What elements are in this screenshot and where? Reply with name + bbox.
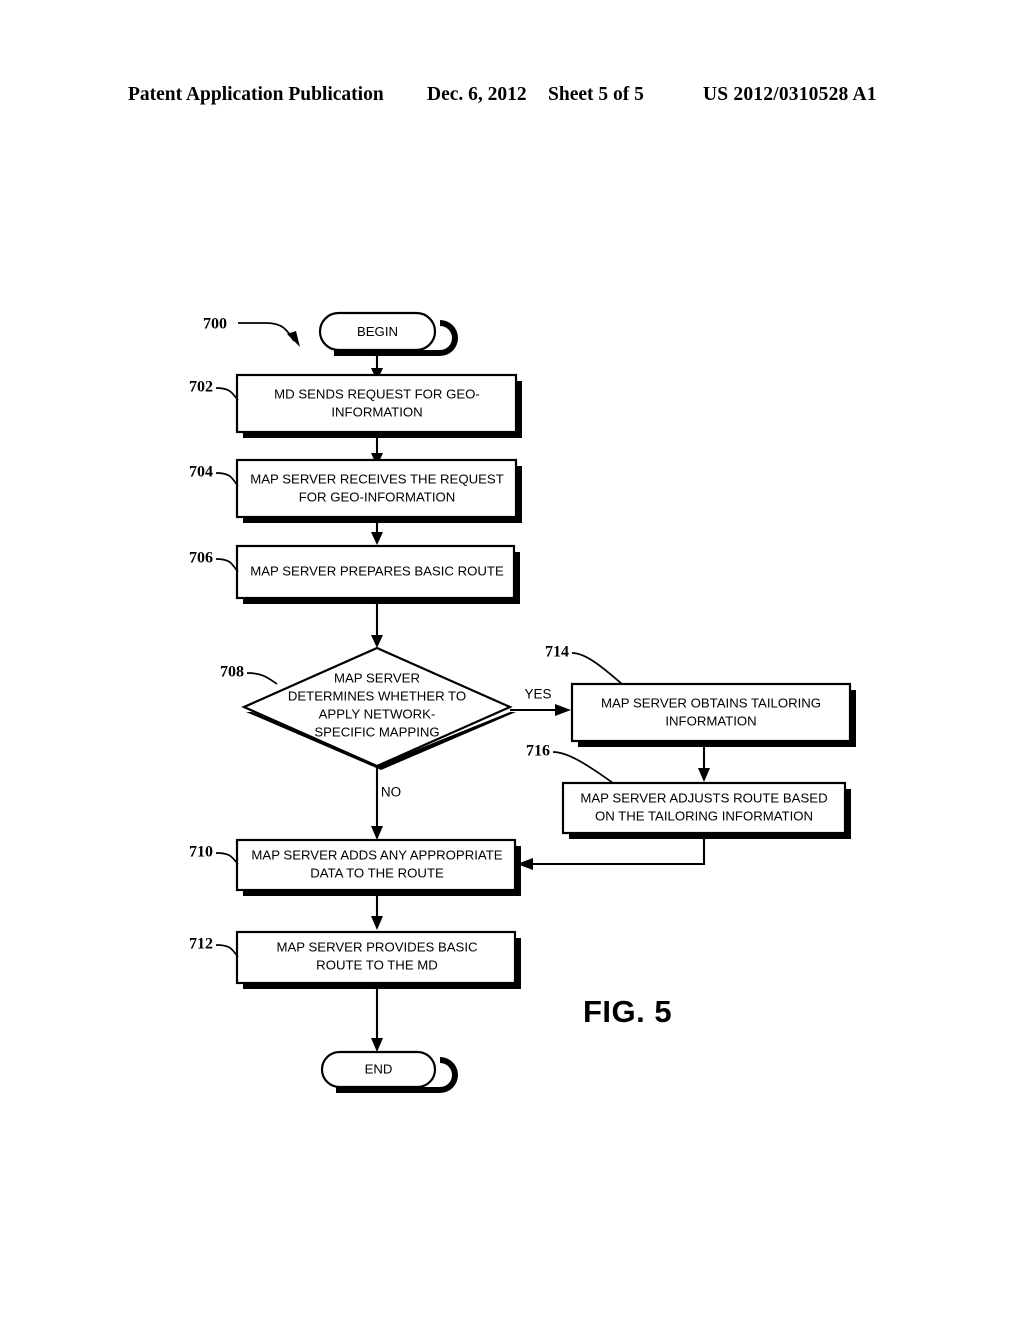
ref-712: 712 xyxy=(189,936,213,953)
box-702-line1: MD SENDS REQUEST FOR GEO- xyxy=(274,386,480,401)
branch-label-no: NO xyxy=(381,785,401,800)
arrowhead-712-to-end xyxy=(371,1038,383,1052)
leader-706 xyxy=(215,558,239,573)
box-714-line1: MAP SERVER OBTAINS TAILORING xyxy=(601,695,821,710)
box-716-line2: ON THE TAILORING INFORMATION xyxy=(595,808,813,823)
connector-716-to-710 xyxy=(531,835,706,866)
end-label: END xyxy=(365,1061,393,1076)
node-710: MAP SERVER ADDS ANY APPROPRIATE DATA TO … xyxy=(189,838,521,896)
ref-716: 716 xyxy=(526,743,550,760)
ref-700: 700 xyxy=(203,316,227,333)
begin-label: BEGIN xyxy=(357,324,398,339)
diamond-708-line4: SPECIFIC MAPPING xyxy=(314,724,439,739)
arrowhead-704-to-706 xyxy=(371,532,383,545)
ref-708: 708 xyxy=(220,664,244,681)
box-702-line2: INFORMATION xyxy=(331,404,422,419)
flowchart-figure: BEGIN MD SENDS REQUEST FOR GEO- INFORMAT… xyxy=(0,0,1024,1320)
leader-714 xyxy=(571,652,623,685)
leader-702 xyxy=(215,387,239,401)
box-704-line1: MAP SERVER RECEIVES THE REQUEST xyxy=(250,471,504,486)
box-712-line2: ROUTE TO THE MD xyxy=(316,957,438,972)
box-716-line1: MAP SERVER ADJUSTS ROUTE BASED xyxy=(580,790,827,805)
box-714-line2: INFORMATION xyxy=(665,713,756,728)
ref-710: 710 xyxy=(189,844,213,861)
ref-714: 714 xyxy=(545,644,569,661)
node-begin: BEGIN xyxy=(318,311,458,356)
ref-706: 706 xyxy=(189,550,213,567)
diagram-ref-700: 700 xyxy=(203,316,300,347)
node-end: END xyxy=(320,1050,458,1093)
box-712-line1: MAP SERVER PROVIDES BASIC xyxy=(276,939,478,954)
node-712: MAP SERVER PROVIDES BASIC ROUTE TO THE M… xyxy=(189,930,521,989)
box-704-line2: FOR GEO-INFORMATION xyxy=(299,489,456,504)
arrowhead-710-to-712 xyxy=(371,916,383,930)
node-702: MD SENDS REQUEST FOR GEO- INFORMATION 70… xyxy=(189,373,522,438)
diamond-708-line1: MAP SERVER xyxy=(334,670,420,685)
node-704: MAP SERVER RECEIVES THE REQUEST FOR GEO-… xyxy=(189,458,522,523)
ref-704: 704 xyxy=(189,464,213,481)
ref-702: 702 xyxy=(189,379,213,396)
patent-page: Patent Application Publication Dec. 6, 2… xyxy=(0,0,1024,1320)
arrowhead-714-to-716 xyxy=(698,768,710,782)
flowchart-svg: BEGIN MD SENDS REQUEST FOR GEO- INFORMAT… xyxy=(189,311,856,1093)
node-716: MAP SERVER ADJUSTS ROUTE BASED ON THE TA… xyxy=(526,743,851,839)
arrowhead-700 xyxy=(287,331,300,347)
leader-712 xyxy=(215,944,239,958)
leader-710 xyxy=(215,852,239,865)
leader-716 xyxy=(552,751,614,784)
leader-700 xyxy=(238,322,295,342)
box-710-line1: MAP SERVER ADDS ANY APPROPRIATE xyxy=(251,847,502,862)
arrowhead-706-to-708 xyxy=(371,635,383,648)
leader-708 xyxy=(246,672,278,685)
diamond-708-line2: DETERMINES WHETHER TO xyxy=(288,688,466,703)
box-706-line1: MAP SERVER PREPARES BASIC ROUTE xyxy=(250,563,504,578)
box-710-line2: DATA TO THE ROUTE xyxy=(310,865,444,880)
node-706: MAP SERVER PREPARES BASIC ROUTE 706 xyxy=(189,544,520,604)
arrowhead-708-to-714 xyxy=(555,704,571,716)
node-714: MAP SERVER OBTAINS TAILORING INFORMATION… xyxy=(545,644,856,747)
arrowhead-708-to-710 xyxy=(371,826,383,840)
node-708: MAP SERVER DETERMINES WHETHER TO APPLY N… xyxy=(220,646,516,770)
figure-caption: FIG. 5 xyxy=(583,994,672,1029)
branch-label-yes: YES xyxy=(524,687,551,702)
diamond-708-line3: APPLY NETWORK- xyxy=(319,706,436,721)
leader-704 xyxy=(215,472,239,487)
